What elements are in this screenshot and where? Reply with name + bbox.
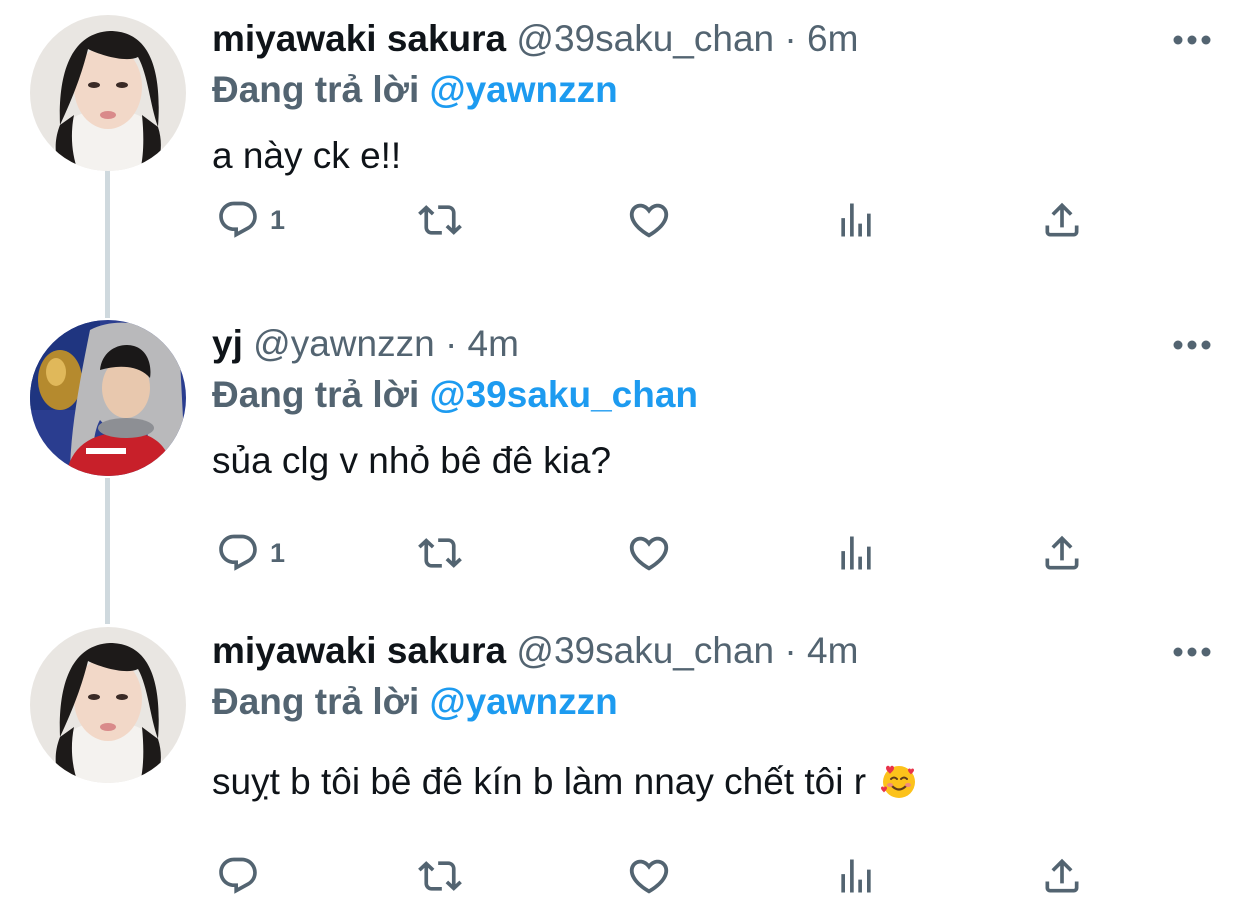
replying-prefix: Đang trả lời bbox=[212, 374, 420, 415]
tweet[interactable]: miyawaki sakura @39saku_chan · 6m Đang t… bbox=[0, 15, 1242, 305]
like-button[interactable] bbox=[626, 195, 672, 245]
reply-icon bbox=[219, 534, 257, 571]
views-button[interactable] bbox=[834, 195, 878, 245]
tweet-header: miyawaki sakura @39saku_chan · 6m bbox=[212, 17, 858, 61]
mention-link[interactable]: @yawnzzn bbox=[430, 69, 618, 110]
tweet[interactable]: miyawaki sakura @39saku_chan · 4m Đang t… bbox=[0, 627, 1242, 919]
separator-dot: · bbox=[444, 323, 458, 364]
reply-count: 1 bbox=[270, 537, 286, 568]
replying-prefix: Đang trả lời bbox=[212, 69, 420, 110]
action-bar: 1 bbox=[212, 528, 1112, 578]
tweet-header: yj @yawnzzn · 4m bbox=[212, 322, 519, 366]
tweet-header: miyawaki sakura @39saku_chan · 4m bbox=[212, 629, 858, 673]
display-name[interactable]: miyawaki sakura bbox=[212, 18, 506, 59]
reply-icon bbox=[219, 201, 257, 238]
share-icon bbox=[1045, 535, 1079, 570]
replying-to: Đang trả lời @39saku_chan bbox=[212, 373, 698, 417]
like-button[interactable] bbox=[626, 528, 672, 578]
separator-dot: · bbox=[784, 18, 797, 59]
retweet-button[interactable] bbox=[418, 528, 462, 578]
timestamp[interactable]: 4m bbox=[468, 323, 519, 364]
more-icon[interactable] bbox=[1172, 645, 1212, 657]
reply-button[interactable] bbox=[216, 851, 270, 901]
views-icon bbox=[841, 536, 871, 570]
mention-link[interactable]: @yawnzzn bbox=[430, 681, 618, 722]
share-icon bbox=[1045, 858, 1079, 893]
user-handle[interactable]: @39saku_chan bbox=[516, 18, 774, 59]
tweet-text: suỵt b tôi bê đê kín b làm nnay chết tôi… bbox=[212, 759, 918, 811]
tweet-text-content: suỵt b tôi bê đê kín b làm nnay chết tôi… bbox=[212, 761, 867, 802]
share-button[interactable] bbox=[1040, 528, 1084, 578]
avatar[interactable] bbox=[30, 627, 186, 783]
user-handle[interactable]: @39saku_chan bbox=[516, 630, 774, 671]
mention-link[interactable]: @39saku_chan bbox=[430, 374, 699, 415]
action-bar bbox=[212, 851, 1112, 901]
timestamp[interactable]: 6m bbox=[807, 18, 858, 59]
like-icon bbox=[629, 536, 669, 571]
views-icon bbox=[841, 859, 871, 893]
display-name[interactable]: miyawaki sakura bbox=[212, 630, 506, 671]
share-button[interactable] bbox=[1040, 851, 1084, 901]
more-icon[interactable] bbox=[1172, 33, 1212, 45]
views-button[interactable] bbox=[834, 528, 878, 578]
views-button[interactable] bbox=[834, 851, 878, 901]
retweet-icon bbox=[418, 538, 462, 568]
more-icon[interactable] bbox=[1172, 338, 1212, 350]
retweet-button[interactable] bbox=[418, 851, 462, 901]
replying-prefix: Đang trả lời bbox=[212, 681, 420, 722]
replying-to: Đang trả lời @yawnzzn bbox=[212, 68, 618, 112]
reply-button[interactable]: 1 bbox=[216, 528, 285, 578]
like-button[interactable] bbox=[626, 851, 672, 901]
like-icon bbox=[629, 203, 669, 238]
timestamp[interactable]: 4m bbox=[807, 630, 858, 671]
share-icon bbox=[1045, 202, 1079, 237]
action-bar: 1 bbox=[212, 195, 1112, 245]
user-handle[interactable]: @yawnzzn bbox=[253, 323, 435, 364]
replying-to: Đang trả lời @yawnzzn bbox=[212, 680, 618, 724]
retweet-button[interactable] bbox=[418, 195, 462, 245]
smiling-face-with-hearts-emoji bbox=[880, 762, 918, 811]
avatar[interactable] bbox=[30, 15, 186, 171]
tweet-text: a này ck e!! bbox=[212, 135, 402, 176]
tweet[interactable]: yj @yawnzzn · 4m Đang trả lời @39saku_ch… bbox=[0, 320, 1242, 610]
share-button[interactable] bbox=[1040, 195, 1084, 245]
separator-dot: · bbox=[784, 630, 797, 671]
retweet-icon bbox=[418, 861, 462, 891]
retweet-icon bbox=[418, 205, 462, 235]
reply-count: 1 bbox=[270, 204, 286, 235]
reply-button[interactable]: 1 bbox=[216, 195, 285, 245]
tweet-text: sủa clg v nhỏ bê đê kia? bbox=[212, 440, 612, 481]
avatar[interactable] bbox=[30, 320, 186, 476]
views-icon bbox=[841, 203, 871, 237]
display-name[interactable]: yj bbox=[212, 323, 243, 364]
reply-icon bbox=[219, 857, 257, 894]
like-icon bbox=[629, 859, 669, 894]
